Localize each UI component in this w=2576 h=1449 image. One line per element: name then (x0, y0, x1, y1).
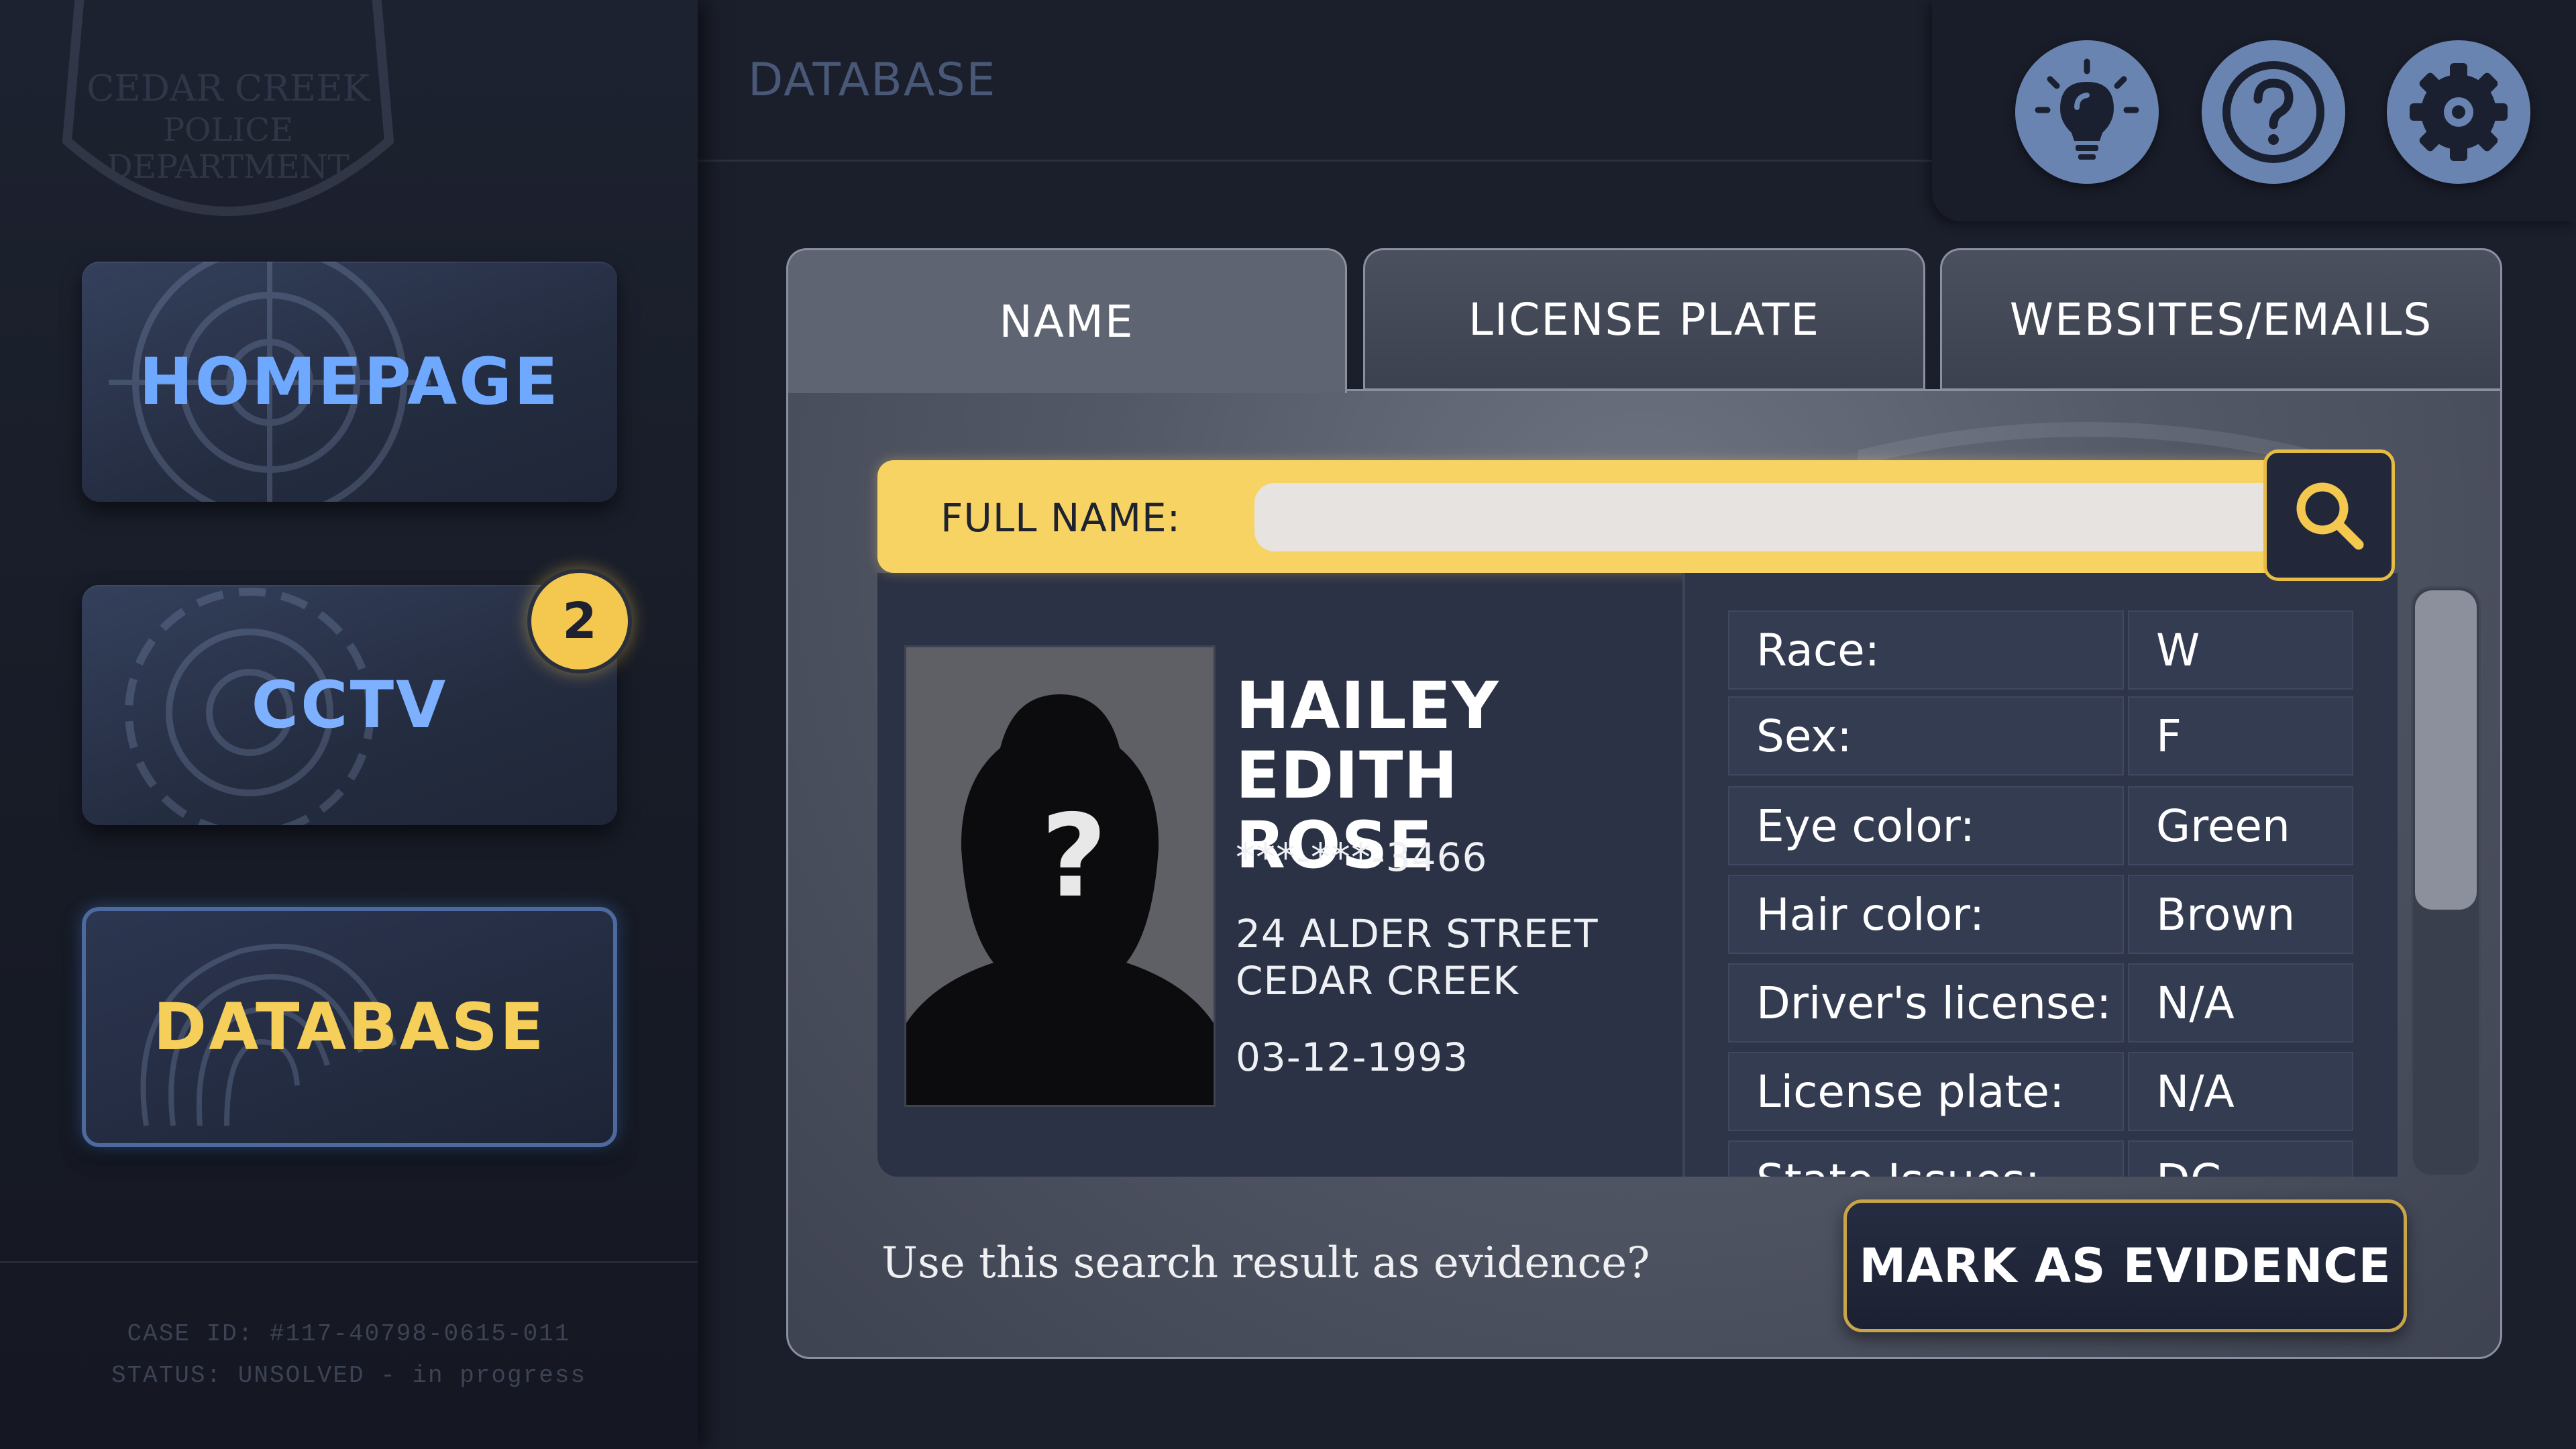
attr-key: Driver's license: (1728, 963, 2124, 1042)
header-divider (698, 160, 1932, 162)
hint-button[interactable] (2015, 40, 2159, 184)
case-id-text: CASE ID: #117-40798-0615-011 (127, 1320, 571, 1348)
attr-value: Green (2128, 786, 2353, 865)
nav-homepage-button[interactable]: HOMEPAGE (82, 262, 617, 502)
evidence-question: Use this search result as evidence? (881, 1238, 1650, 1288)
nav-cctv-label: CCTV (251, 667, 448, 743)
gear-icon (2410, 63, 2508, 161)
attributes-panel: Race: W Sex: F Eye color: Green Hair col… (1682, 573, 2398, 1177)
cctv-notification-badge: 2 (527, 569, 632, 674)
settings-button[interactable] (2387, 40, 2530, 184)
sidebar: CEDAR CREEK POLICE DEPARTMENT HOMEPAGE C… (0, 0, 698, 1449)
tab-websites-emails-label: WEBSITES/EMAILS (2009, 293, 2433, 345)
question-icon (2222, 61, 2324, 163)
mark-as-evidence-button[interactable]: MARK AS EVIDENCE (1843, 1199, 2407, 1332)
page-title: DATABASE (748, 54, 997, 107)
emblem-text-2: POLICE (163, 111, 293, 149)
attr-value: N/A (2128, 1052, 2353, 1131)
lightbulb-icon (2035, 58, 2139, 160)
person-ssn: ***-***-3466 (1236, 835, 1488, 880)
attr-value: DC (2128, 1140, 2353, 1177)
case-status-text: STATUS: UNSOLVED - in progress (111, 1362, 587, 1389)
emblem-text-1: CEDAR CREEK (87, 67, 371, 109)
attr-value: N/A (2128, 963, 2353, 1042)
attr-key: Sex: (1728, 696, 2124, 775)
sidebar-divider (0, 1261, 698, 1263)
tab-websites-emails[interactable]: WEBSITES/EMAILS (1940, 248, 2502, 390)
person-photo: ? (904, 645, 1216, 1107)
tab-license-plate[interactable]: LICENSE PLATE (1363, 248, 1925, 390)
person-dob: 03-12-1993 (1236, 1034, 1469, 1080)
person-address-line1: 24 ALDER STREET (1236, 911, 1599, 957)
tab-name-label: NAME (999, 296, 1134, 347)
person-address-line2: CEDAR CREEK (1236, 958, 1519, 1004)
emblem-text-3: DEPARTMENT (107, 148, 350, 186)
attr-key: Eye color: (1728, 786, 2124, 865)
nav-database-label: DATABASE (153, 989, 546, 1065)
nav-homepage-label: HOMEPAGE (139, 344, 560, 419)
search-label: FULL NAME: (941, 495, 1181, 541)
photo-question-mark: ? (1041, 790, 1108, 923)
person-first-name: HAILEY (1236, 668, 1499, 743)
tab-license-plate-label: LICENSE PLATE (1468, 293, 1821, 345)
attr-value: F (2128, 696, 2353, 775)
attr-value: W (2128, 610, 2353, 690)
tab-name[interactable]: NAME (786, 248, 1347, 393)
attr-key: Hair color: (1728, 875, 2124, 954)
mark-as-evidence-label: MARK AS EVIDENCE (1859, 1238, 2392, 1293)
attr-key: License plate: (1728, 1052, 2124, 1131)
police-badge-emblem: CEDAR CREEK POLICE DEPARTMENT (62, 0, 394, 216)
scrollbar-thumb[interactable] (2415, 590, 2477, 910)
silhouette-placeholder-icon: ? (906, 647, 1214, 1105)
search-icon (2296, 482, 2364, 550)
full-name-input[interactable] (1254, 483, 2274, 551)
search-button[interactable] (2263, 449, 2395, 581)
help-button[interactable] (2202, 40, 2345, 184)
attr-key: State Issues: (1728, 1140, 2124, 1177)
attr-key: Race: (1728, 610, 2124, 690)
attr-value: Brown (2128, 875, 2353, 954)
nav-database-button[interactable]: DATABASE (82, 907, 617, 1147)
